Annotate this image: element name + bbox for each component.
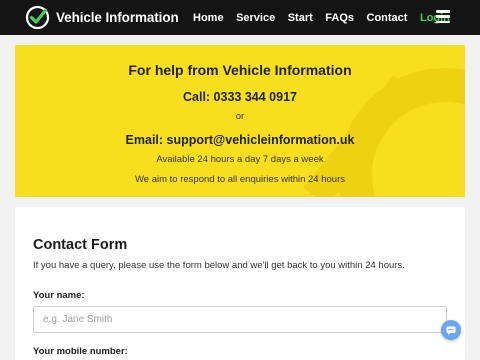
help-banner: For help from Vehicle Information Call: … xyxy=(15,45,465,197)
hamburger-menu-icon[interactable] xyxy=(436,10,450,23)
help-phone[interactable]: Call: 0333 344 0917 xyxy=(15,90,465,104)
contact-form-description: If you have a query, please use the form… xyxy=(33,260,405,271)
help-title: For help from Vehicle Information xyxy=(128,62,352,78)
nav-start[interactable]: Start xyxy=(288,12,313,24)
name-input[interactable] xyxy=(33,306,447,333)
mobile-label: Your mobile number: xyxy=(33,346,128,357)
nav-home[interactable]: Home xyxy=(193,12,224,24)
nav-faqs[interactable]: FAQs xyxy=(325,12,354,24)
hamburger-bar xyxy=(436,10,450,13)
name-label: Your name: xyxy=(33,290,85,301)
hamburger-bar xyxy=(436,20,450,23)
brand-link[interactable]: Vehicle Information xyxy=(25,5,179,30)
brand-name: Vehicle Information xyxy=(56,10,179,25)
help-availability: Available 24 hours a day 7 days a week xyxy=(156,154,324,165)
hamburger-bar xyxy=(436,15,450,18)
chat-launcher-button[interactable] xyxy=(441,320,461,340)
contact-form-title: Contact Form xyxy=(33,237,128,253)
help-or: or xyxy=(235,111,245,122)
chat-bubble-icon xyxy=(446,326,456,335)
top-navigation-bar: Vehicle Information Home Service Start F… xyxy=(0,0,480,35)
nav-service[interactable]: Service xyxy=(236,12,275,24)
checkmark-badge-icon xyxy=(25,5,50,30)
help-email[interactable]: Email: support@vehicleinformation.uk xyxy=(15,133,465,147)
help-response-time: We aim to respond to all enquiries withi… xyxy=(135,174,345,185)
contact-form-card: Contact Form If you have a query, please… xyxy=(15,207,465,360)
main-navigation: Home Service Start FAQs Contact Login xyxy=(193,0,464,35)
nav-contact[interactable]: Contact xyxy=(367,12,408,24)
